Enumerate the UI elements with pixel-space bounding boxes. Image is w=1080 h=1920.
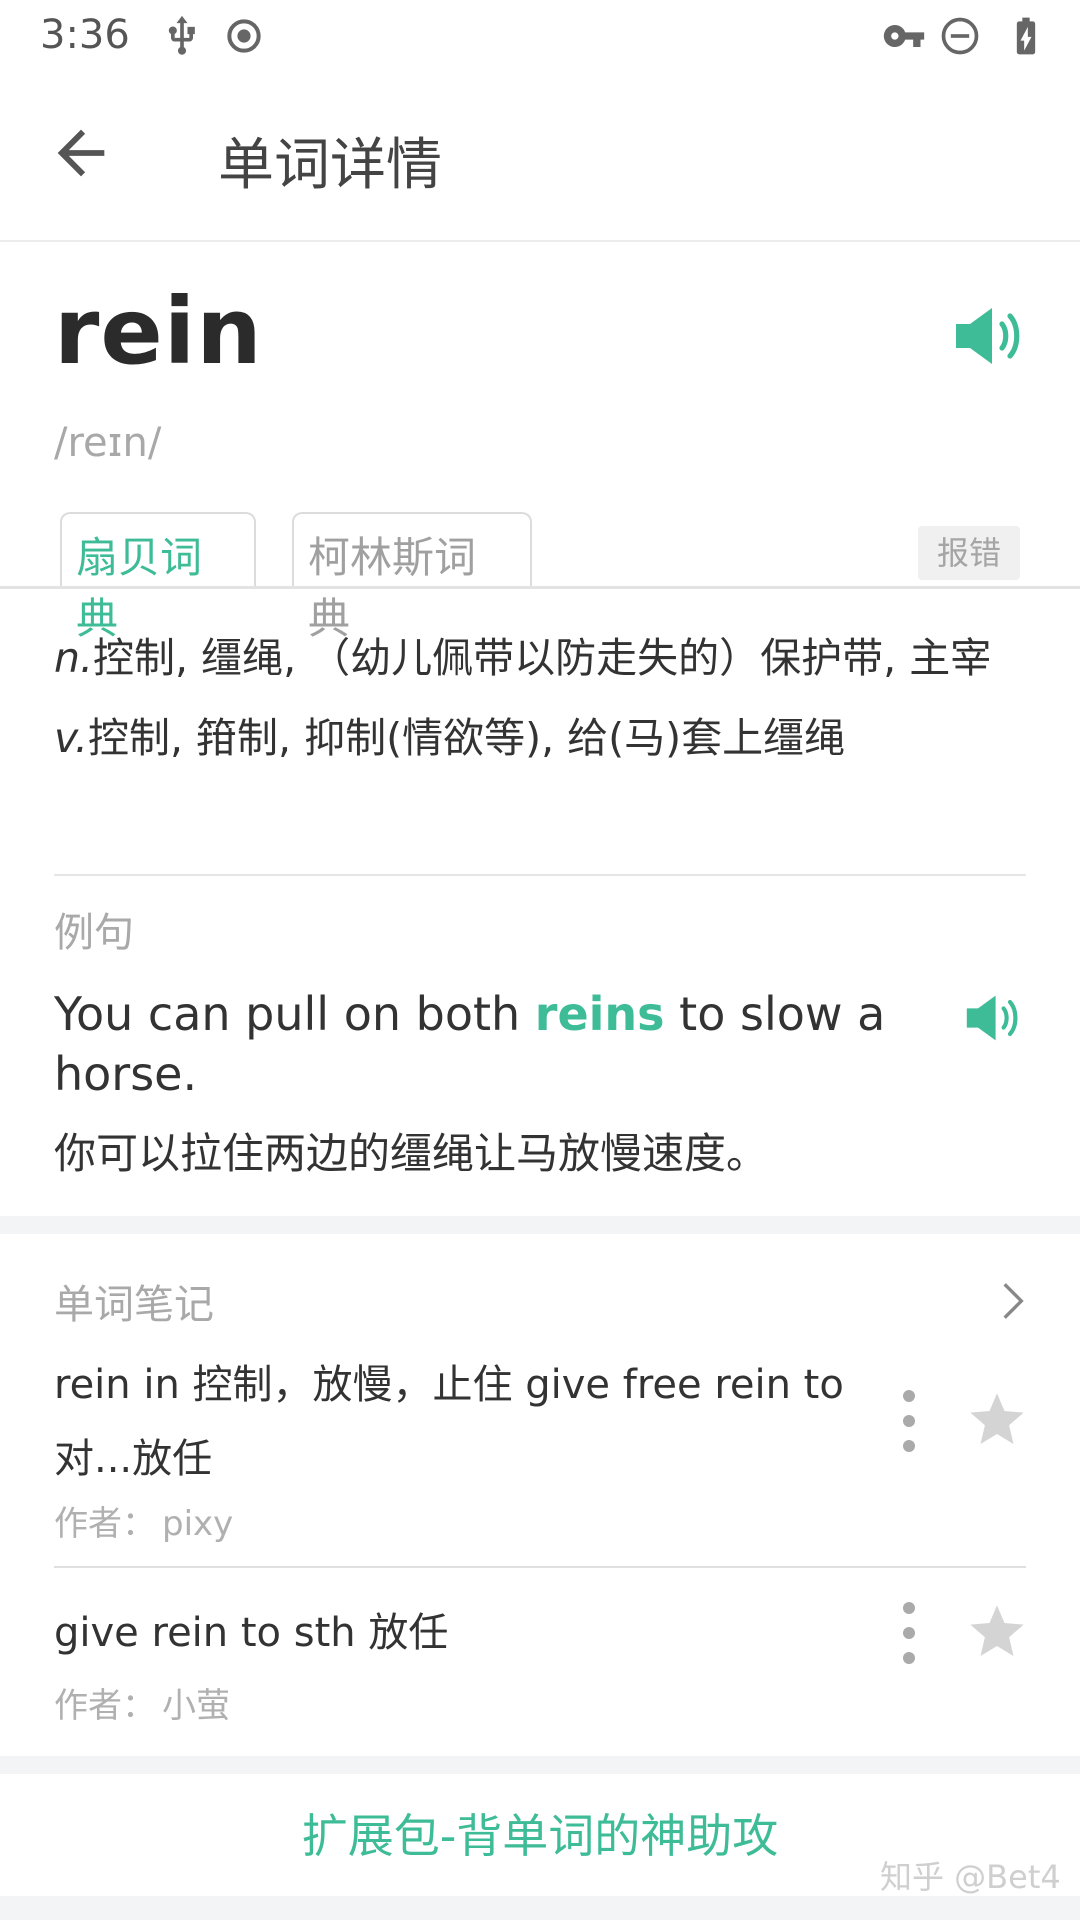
example-pronounce-button[interactable] [962,986,1026,1050]
notes-more-button[interactable] [988,1276,1038,1326]
definition-item: v.控制, 箝制, 抑制(情欲等), 给(马)套上缰绳 [54,698,1030,778]
definition-item: n.控制, 缰绳, （幼儿佩带以防走失的）保护带, 主宰 [54,618,1030,698]
tabs-underline [0,586,1080,589]
more-vertical-icon [894,1386,924,1456]
note-favorite-button[interactable] [965,1600,1029,1664]
example-heading: 例句 [54,910,134,956]
star-icon [965,1388,1029,1452]
speaker-icon [950,296,1030,376]
definition-text: 控制, 缰绳, （幼儿佩带以防走失的）保护带, 主宰 [93,634,992,682]
word-phonetic: /reɪn/ [54,420,162,466]
word-title: rein [54,278,263,385]
speaker-icon [962,986,1026,1050]
note-text[interactable]: rein in 控制，放慢，止住 give free rein to 对...放… [54,1348,854,1496]
definitions: n.控制, 缰绳, （幼儿佩带以防走失的）保护带, 主宰 v.控制, 箝制, 抑… [54,618,1030,778]
word-pronounce-button[interactable] [950,296,1030,376]
chevron-right-icon [988,1276,1038,1326]
report-error-button[interactable]: 报错 [918,526,1020,580]
note-favorite-button[interactable] [965,1388,1029,1452]
definition-text: 控制, 箝制, 抑制(情欲等), 给(马)套上缰绳 [87,714,846,762]
note-author-label: 作者： [54,1686,156,1726]
note-author-name: 小萤 [162,1686,230,1726]
example-sentence-zh: 你可以拉住两边的缰绳让马放慢速度。 [54,1129,769,1178]
back-button[interactable] [46,118,116,188]
section-gap [0,1756,1080,1774]
divider [54,874,1026,876]
arrow-left-icon [46,118,116,188]
part-of-speech: v. [54,714,88,762]
star-icon [965,1600,1029,1664]
section-gap [0,1216,1080,1234]
note-more-options-button[interactable] [894,1598,924,1668]
part-of-speech: n. [54,634,94,682]
page-title: 单词详情 [218,133,442,198]
note-author-label: 作者： [54,1504,156,1544]
note-more-options-button[interactable] [894,1386,924,1456]
note-text[interactable]: give rein to sth 放任 [54,1596,854,1670]
more-vertical-icon [894,1598,924,1668]
divider [54,1566,1026,1568]
vpn-key-icon [882,14,926,58]
note-author-name: pixy [162,1504,234,1544]
bottom-gap [0,1896,1080,1920]
notes-heading[interactable]: 单词笔记 [54,1272,214,1330]
example-highlight-word: reins [534,987,665,1041]
tab-shanbay-dictionary[interactable]: 扇贝词典 [60,512,256,643]
status-time: 3:36 [40,12,130,58]
example-sentence-en: You can pull on both reins to slow a hor… [54,984,894,1104]
do-not-disturb-icon [938,14,982,58]
note-author: 作者： pixy [54,1496,239,1545]
example-text: You can pull on both [54,987,535,1041]
record-icon [222,14,266,58]
tab-collins-dictionary[interactable]: 柯林斯词典 [292,512,532,643]
note-author: 作者： 小萤 [54,1678,236,1727]
appbar-divider [0,240,1080,242]
usb-icon [160,14,204,58]
watermark: 知乎 @Bet4 [880,1858,1061,1896]
battery-charging-icon [1004,14,1048,58]
